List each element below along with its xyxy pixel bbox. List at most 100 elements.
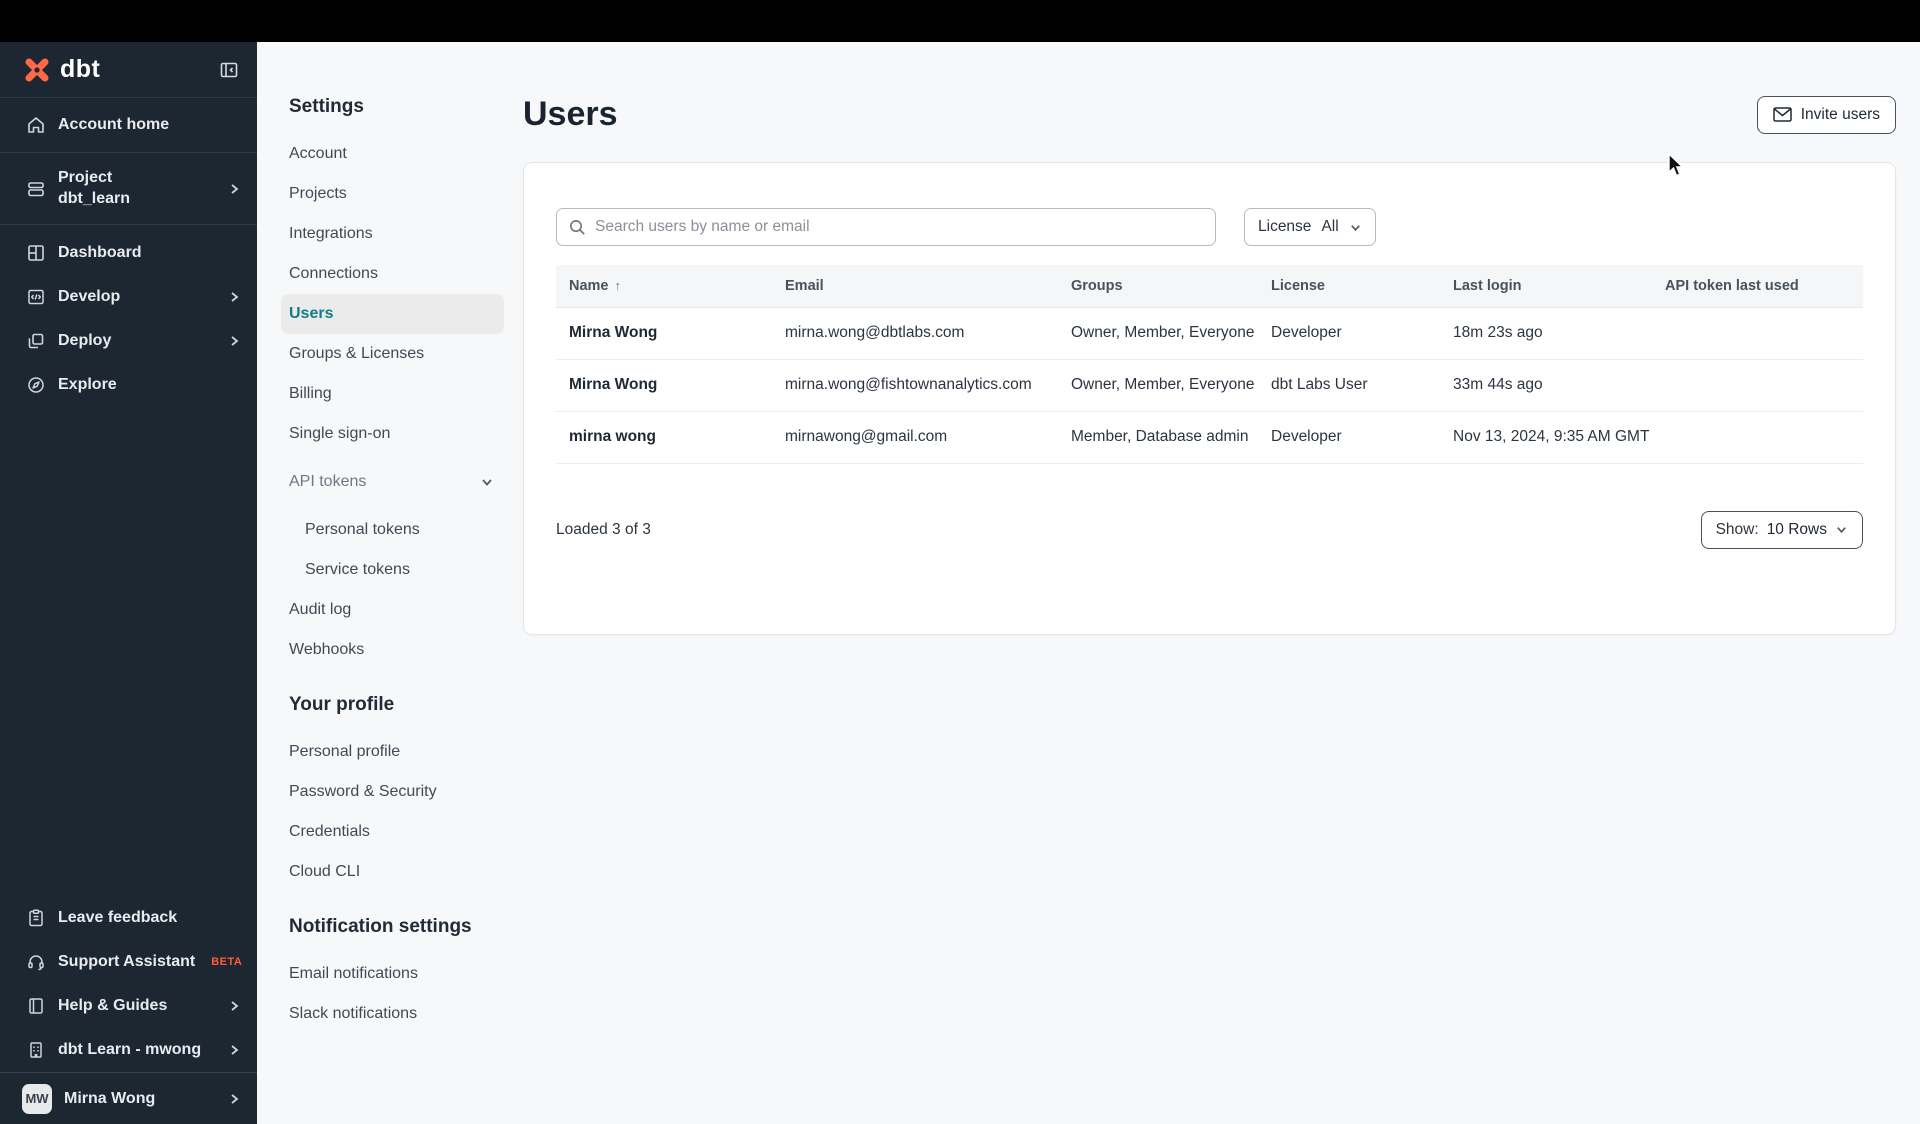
table-row[interactable]: Mirna Wong mirna.wong@dbtlabs.com Owner,… — [556, 307, 1863, 360]
settings-nav-projects[interactable]: Projects — [281, 174, 504, 214]
compass-icon — [26, 375, 46, 395]
settings-nav-email-notifications[interactable]: Email notifications — [281, 954, 504, 994]
dbt-logo-icon — [25, 58, 49, 81]
sidebar-item-label: Dashboard — [58, 244, 142, 261]
sidebar-item-label: Help & Guides — [58, 997, 168, 1014]
settings-nav-password-security[interactable]: Password & Security — [281, 772, 504, 812]
invite-users-label: Invite users — [1800, 105, 1880, 123]
column-header-last-login[interactable]: Last login — [1440, 265, 1652, 308]
api-tokens-label: API tokens — [289, 473, 367, 490]
search-box[interactable] — [556, 208, 1216, 246]
main-content: Users Invite users License All — [520, 42, 1920, 1124]
primary-sidebar: dbt Account home Project dbt_learn Dashb… — [0, 42, 257, 1124]
settings-nav-billing[interactable]: Billing — [281, 374, 504, 414]
settings-nav-api-tokens[interactable]: API tokens — [281, 462, 504, 502]
sidebar-item-explore[interactable]: Explore — [0, 363, 257, 407]
sidebar-item-label: Explore — [58, 376, 117, 393]
profile-section-title: Your profile — [289, 694, 395, 715]
sidebar-item-develop[interactable]: Develop — [0, 275, 257, 319]
sidebar-item-label: Account home — [58, 116, 170, 133]
settings-nav-webhooks[interactable]: Webhooks — [281, 630, 504, 670]
settings-nav-personal-profile[interactable]: Personal profile — [281, 732, 504, 772]
search-icon — [570, 219, 585, 235]
chevron-right-icon — [227, 1092, 241, 1106]
chevron-down-icon — [480, 475, 494, 489]
cell-api-token — [1652, 411, 1863, 464]
settings-nav-credentials[interactable]: Credentials — [281, 812, 504, 852]
settings-nav: Settings Account Projects Integrations C… — [257, 42, 520, 1124]
sidebar-item-leave-feedback[interactable]: Leave feedback — [0, 896, 257, 940]
settings-nav-title: Settings — [289, 96, 364, 117]
sort-ascending-icon: ↑ — [614, 277, 622, 293]
settings-nav-service-tokens[interactable]: Service tokens — [281, 550, 504, 590]
chevron-right-icon — [227, 999, 241, 1013]
deploy-icon — [26, 331, 46, 351]
cell-groups: Member, Database admin — [1058, 411, 1258, 464]
cell-email: mirna.wong@fishtownanalytics.com — [772, 359, 1058, 412]
chevron-right-icon — [227, 290, 241, 304]
sidebar-main-group: Dashboard Develop Deploy Explore — [0, 225, 257, 407]
sidebar-item-project[interactable]: Project dbt_learn — [0, 153, 257, 225]
chevron-right-icon — [227, 182, 241, 196]
settings-nav-single-sign-on[interactable]: Single sign-on — [281, 414, 504, 454]
invite-users-button[interactable]: Invite users — [1756, 95, 1896, 134]
sidebar-item-label: Develop — [58, 288, 121, 305]
sidebar-item-org-account[interactable]: dbt Learn - mwong — [0, 1028, 257, 1072]
clipboard-icon — [26, 908, 46, 928]
settings-nav-users[interactable]: Users — [281, 294, 504, 334]
rows-per-page-dropdown[interactable]: Show: 10 Rows — [1700, 510, 1863, 549]
sidebar-item-label: dbt Learn - mwong — [58, 1041, 202, 1058]
cell-name: mirna wong — [556, 411, 772, 464]
sidebar-item-deploy[interactable]: Deploy — [0, 319, 257, 363]
sidebar-item-help-guides[interactable]: Help & Guides — [0, 984, 257, 1028]
table-row[interactable]: mirna wong mirnawong@gmail.com Member, D… — [556, 411, 1863, 464]
settings-nav-connections[interactable]: Connections — [281, 254, 504, 294]
mail-icon — [1772, 107, 1792, 122]
page-title: Users — [523, 95, 618, 133]
dbt-logo-text: dbt — [60, 55, 101, 83]
license-filter-dropdown[interactable]: License All — [1244, 208, 1376, 246]
cell-last-login: 18m 23s ago — [1440, 307, 1652, 360]
project-label: Project — [58, 168, 113, 186]
settings-nav-audit-log[interactable]: Audit log — [281, 590, 504, 630]
license-filter-label: License — [1258, 218, 1312, 235]
sidebar-user-menu[interactable]: MW Mirna Wong — [0, 1072, 257, 1124]
column-header-name[interactable]: Name ↑ — [556, 265, 772, 308]
sidebar-item-account-home[interactable]: Account home — [0, 98, 257, 153]
book-icon — [26, 996, 46, 1016]
loaded-count-text: Loaded 3 of 3 — [556, 520, 651, 538]
project-name: dbt_learn — [58, 189, 131, 207]
column-header-api-token[interactable]: API token last used — [1652, 265, 1863, 308]
column-header-license[interactable]: License — [1258, 265, 1440, 308]
users-table: Name ↑ Email Groups License Last login AP… — [556, 265, 1863, 464]
home-icon — [26, 115, 46, 135]
cell-license: dbt Labs User — [1258, 359, 1440, 412]
settings-nav-groups-licenses[interactable]: Groups & Licenses — [281, 334, 504, 374]
settings-nav-integrations[interactable]: Integrations — [281, 214, 504, 254]
settings-nav-personal-tokens[interactable]: Personal tokens — [281, 510, 504, 550]
collapse-sidebar-icon[interactable] — [219, 60, 239, 80]
table-footer: Loaded 3 of 3 Show: 10 Rows — [556, 510, 1863, 549]
column-header-email[interactable]: Email — [772, 265, 1058, 308]
sidebar-logo-row: dbt — [0, 42, 257, 98]
notifications-section-title: Notification settings — [289, 916, 472, 937]
cell-name: Mirna Wong — [556, 307, 772, 360]
cell-groups: Owner, Member, Everyone — [1058, 307, 1258, 360]
beta-badge: BETA — [211, 956, 243, 968]
column-header-groups[interactable]: Groups — [1058, 265, 1258, 308]
project-icon — [26, 179, 46, 199]
table-row[interactable]: Mirna Wong mirna.wong@fishtownanalytics.… — [556, 359, 1863, 412]
sidebar-bottom-group: Leave feedback Support Assistant BETA He… — [0, 896, 257, 1124]
dbt-logo[interactable]: dbt — [22, 55, 100, 85]
dashboard-icon — [26, 243, 46, 263]
cell-email: mirnawong@gmail.com — [772, 411, 1058, 464]
sidebar-item-support-assistant[interactable]: Support Assistant BETA — [0, 940, 257, 984]
settings-nav-slack-notifications[interactable]: Slack notifications — [281, 994, 504, 1034]
search-input[interactable] — [595, 218, 1203, 236]
project-labels: Project dbt_learn — [58, 168, 130, 210]
chevron-right-icon — [227, 334, 241, 348]
settings-nav-cloud-cli[interactable]: Cloud CLI — [281, 852, 504, 892]
settings-nav-account[interactable]: Account — [281, 134, 504, 174]
sidebar-item-dashboard[interactable]: Dashboard — [0, 231, 257, 275]
header-label: Name — [569, 277, 609, 294]
